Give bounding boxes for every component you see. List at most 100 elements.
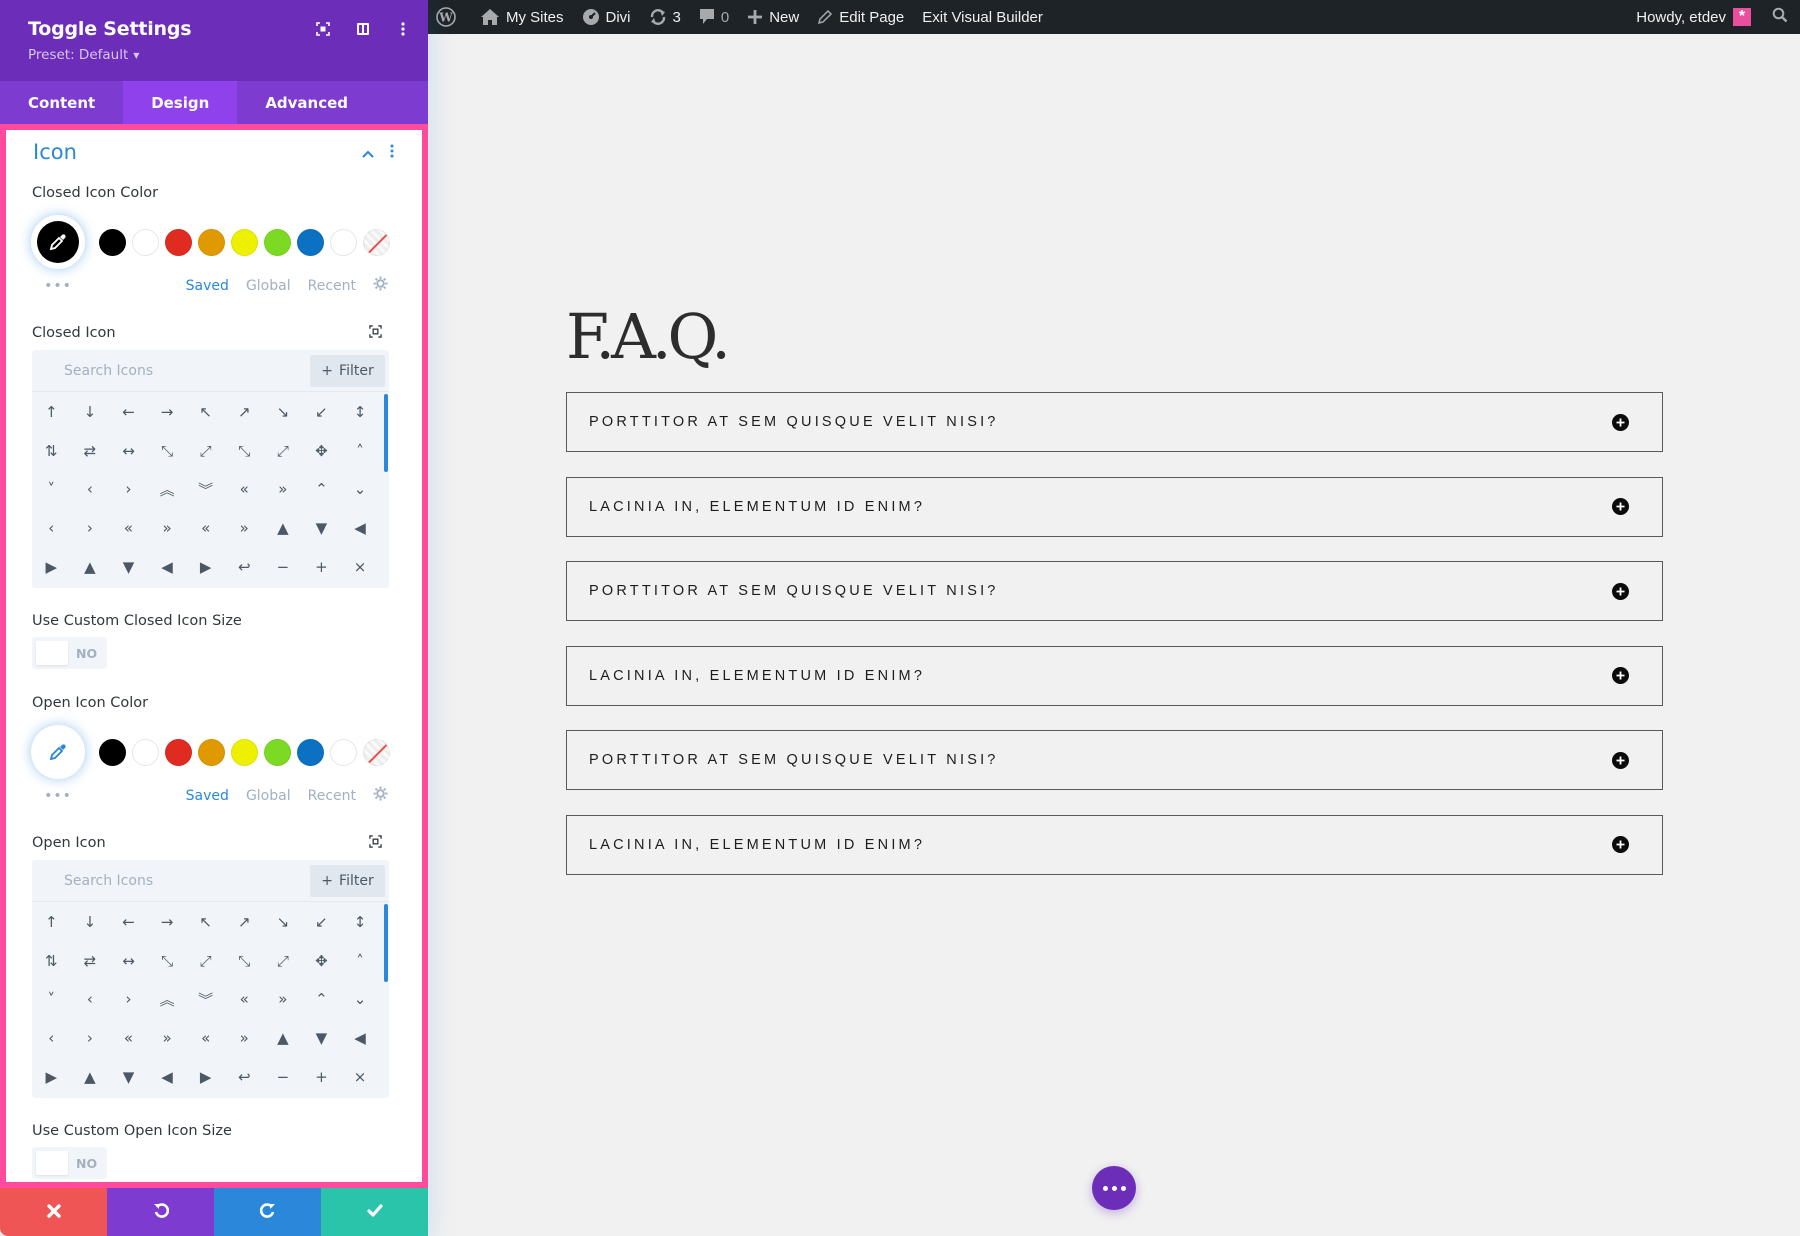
color-swatch[interactable] (297, 738, 324, 766)
icon-option[interactable]: ⌃ (302, 470, 341, 509)
icon-option[interactable]: ︽ (148, 470, 187, 509)
icon-option[interactable]: ↕ (341, 903, 380, 942)
icon-option[interactable]: × (341, 547, 380, 586)
icon-option[interactable]: ↗ (225, 903, 264, 942)
icon-option[interactable]: ↘ (264, 393, 303, 432)
closed-color-picker[interactable] (31, 215, 85, 269)
divi-menu[interactable]: Divi (573, 0, 640, 34)
exit-visual-builder-link[interactable]: Exit Visual Builder (913, 0, 1052, 34)
icon-option[interactable]: ◀ (148, 1057, 187, 1096)
color-swatch[interactable] (198, 738, 225, 766)
icon-option[interactable]: ▼ (302, 509, 341, 548)
icon-option[interactable]: ‹ (71, 980, 110, 1019)
color-swatch[interactable] (165, 228, 192, 256)
open-icon-size-toggle[interactable]: NO (32, 1147, 107, 1179)
icon-option[interactable]: ▲ (71, 1057, 110, 1096)
color-swatch[interactable] (330, 228, 357, 256)
more-colors-button[interactable]: ••• (32, 278, 84, 294)
icon-option[interactable]: ▶ (186, 547, 225, 586)
faq-toggle[interactable]: Porttitor at sem quisque velit nisi? (566, 730, 1663, 790)
icon-grid-scrollbar[interactable] (384, 394, 388, 472)
plus-circle-icon[interactable] (1612, 836, 1629, 853)
color-swatch[interactable] (231, 738, 258, 766)
no-color-swatch[interactable] (363, 738, 390, 766)
icon-option[interactable]: ˅ (32, 980, 71, 1019)
account-menu[interactable]: Howdy, etdev * (1627, 0, 1760, 34)
expand-icon[interactable] (369, 833, 382, 852)
faq-toggle[interactable]: Lacinia in, elementum id enim? (566, 814, 1663, 875)
plus-circle-icon[interactable] (1612, 413, 1629, 431)
icon-option[interactable]: ↖ (186, 903, 225, 942)
icon-option[interactable]: « (225, 980, 264, 1019)
icon-option[interactable]: − (264, 1057, 303, 1096)
icon-option[interactable]: « (186, 509, 225, 548)
icon-option[interactable]: ↩ (225, 1057, 264, 1096)
closed-icon-filter-button[interactable]: + Filter (310, 354, 385, 387)
wordpress-menu[interactable]: W (428, 0, 471, 34)
color-swatch[interactable] (165, 738, 192, 766)
color-swatch[interactable] (231, 228, 258, 256)
expand-icon[interactable] (314, 20, 332, 38)
section-kebab-icon[interactable] (390, 143, 394, 162)
icon-option[interactable]: » (148, 509, 187, 548)
redo-button[interactable] (214, 1188, 321, 1236)
color-tab-saved[interactable]: Saved (186, 278, 229, 294)
icon-option[interactable]: + (302, 547, 341, 586)
plus-circle-icon[interactable] (1612, 751, 1629, 769)
no-color-swatch[interactable] (363, 228, 390, 256)
color-swatch[interactable] (297, 228, 324, 256)
icon-option[interactable]: ‹ (32, 509, 71, 548)
builder-menu-button[interactable] (1092, 1166, 1136, 1210)
icon-option[interactable]: › (109, 980, 148, 1019)
icon-option[interactable]: ⤢ (264, 432, 303, 471)
icon-option[interactable]: ↑ (32, 903, 71, 942)
icon-option[interactable]: « (109, 1019, 148, 1058)
color-swatch[interactable] (198, 228, 225, 256)
icon-option[interactable]: ︽ (148, 980, 187, 1019)
icon-option[interactable]: ▼ (109, 547, 148, 586)
color-swatch[interactable] (264, 228, 291, 256)
color-tab-global[interactable]: Global (246, 788, 291, 804)
color-tab-global[interactable]: Global (246, 278, 291, 294)
icon-option[interactable]: ⤢ (186, 432, 225, 471)
color-swatch[interactable] (99, 738, 126, 766)
icon-option[interactable]: ⤡ (148, 942, 187, 981)
split-view-icon[interactable] (354, 20, 372, 38)
icon-option[interactable]: ▶ (186, 1057, 225, 1096)
closed-icon-size-toggle[interactable]: NO (32, 637, 107, 669)
icon-option[interactable]: › (71, 509, 110, 548)
icon-option[interactable]: ↔ (109, 942, 148, 981)
icon-option[interactable]: ‹ (71, 470, 110, 509)
preset-selector[interactable]: Preset: Default ▼ (28, 47, 400, 63)
icon-option[interactable]: ▼ (302, 1019, 341, 1058)
icon-option[interactable]: → (148, 903, 187, 942)
icon-option[interactable]: ⇄ (71, 942, 110, 981)
icon-option[interactable]: › (109, 470, 148, 509)
icon-option[interactable]: ︾ (186, 470, 225, 509)
more-colors-button[interactable]: ••• (32, 788, 84, 804)
tab-content[interactable]: Content (0, 81, 123, 124)
icon-option[interactable]: ⇄ (71, 432, 110, 471)
icon-option[interactable]: ⌄ (341, 470, 380, 509)
expand-icon[interactable] (369, 323, 382, 342)
icon-option[interactable]: ▲ (71, 547, 110, 586)
icon-option[interactable]: ↗ (225, 393, 264, 432)
icon-option[interactable]: ◀ (341, 509, 380, 548)
edit-page-link[interactable]: Edit Page (808, 0, 913, 34)
icon-option[interactable]: » (148, 1019, 187, 1058)
icon-option[interactable]: » (225, 1019, 264, 1058)
icon-option[interactable]: « (225, 470, 264, 509)
icon-option[interactable]: » (225, 509, 264, 548)
icon-option[interactable]: ⇅ (32, 942, 71, 981)
open-icon-filter-button[interactable]: + Filter (310, 864, 385, 897)
icon-option[interactable]: ↕ (341, 393, 380, 432)
color-tab-recent[interactable]: Recent (308, 788, 356, 804)
color-swatch[interactable] (264, 738, 291, 766)
comments-menu[interactable]: 0 (690, 0, 738, 34)
icon-option[interactable]: + (302, 1057, 341, 1096)
icon-option[interactable]: ▶ (32, 547, 71, 586)
undo-button[interactable] (107, 1188, 214, 1236)
icon-option[interactable]: ▼ (109, 1057, 148, 1096)
icon-option[interactable]: ↖ (186, 393, 225, 432)
icon-option[interactable]: ˄ (341, 942, 380, 981)
